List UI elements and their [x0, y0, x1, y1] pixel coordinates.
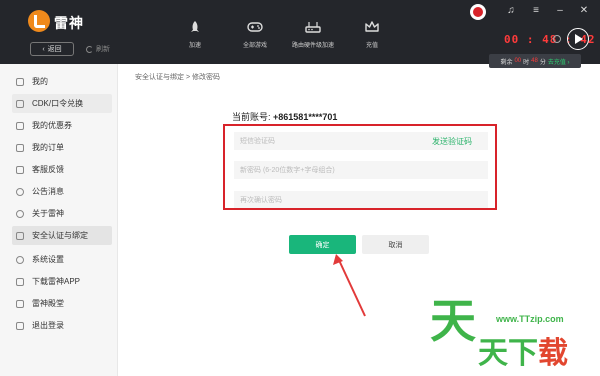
play-button[interactable] — [567, 28, 589, 50]
order-icon — [16, 143, 24, 152]
breadcrumb: 安全认证与绑定 > 修改密码 — [135, 74, 220, 81]
watermark-char: 下 — [508, 337, 538, 370]
crown-icon — [365, 21, 379, 32]
nav-label: 路由硬件级加速 — [291, 43, 334, 49]
nav-label: 加速 — [188, 43, 201, 49]
highlight-box — [223, 124, 497, 210]
sidebar-item-security[interactable]: 安全认证与绑定 — [12, 226, 112, 245]
sidebar-item-notices[interactable]: 公告消息 — [12, 182, 112, 201]
watermark-site: www.TTzip.com — [496, 314, 564, 324]
menu-icon[interactable]: ≡ — [530, 5, 542, 17]
back-button[interactable]: ‹ 返回 — [30, 42, 74, 56]
nav-all-games[interactable]: 全部游戏 — [225, 20, 285, 49]
nav-label: 全部游戏 — [242, 43, 267, 49]
sidebar: 我的 CDK/口令兑换 我的优惠券 我的订单 客服反馈 公告消息 关于雷神 安全… — [0, 64, 118, 376]
feedback-icon — [16, 165, 24, 174]
gear-icon — [16, 255, 24, 264]
sidebar-item-logout[interactable]: 退出登录 — [12, 316, 112, 335]
nav-accelerate[interactable]: 加速 — [165, 20, 225, 49]
sidebar-item-label: 下载雷神APP — [32, 277, 81, 286]
back-label: 返回 — [47, 46, 62, 53]
gamepad-icon — [247, 22, 263, 32]
close-icon[interactable]: ✕ — [578, 5, 590, 17]
sidebar-item-mine[interactable]: 我的 — [12, 72, 112, 91]
sidebar-item-label: 客服反馈 — [32, 165, 64, 174]
sidebar-item-coupons[interactable]: 我的优惠券 — [12, 116, 112, 135]
sidebar-item-label: 系统设置 — [32, 255, 64, 264]
phone-icon — [16, 277, 24, 286]
app-brand: 雷神 — [54, 15, 84, 31]
watermark-big: 天 — [430, 295, 476, 347]
nav-router[interactable]: 路由硬件级加速 — [283, 20, 343, 49]
sidebar-item-feedback[interactable]: 客服反馈 — [12, 160, 112, 179]
chevron-left-icon: ‹ — [42, 45, 45, 53]
remain-minutes-unit: 分 — [539, 59, 546, 66]
sidebar-item-label: 雷神殿堂 — [32, 299, 64, 308]
nav-recharge[interactable]: 充值 — [342, 20, 402, 49]
sidebar-item-download-app[interactable]: 下载雷神APP — [12, 272, 112, 291]
user-icon — [16, 77, 24, 86]
remaining-time-tooltip: 剩余 00 时 48 分 去充值 › — [489, 54, 581, 68]
sidebar-item-label: 我的订单 — [32, 143, 64, 152]
nav-label: 充值 — [365, 43, 378, 49]
minimize-icon[interactable]: – — [554, 5, 566, 17]
remain-hours: 00 — [514, 58, 522, 64]
status-dot-icon — [553, 35, 561, 43]
watermark-char: 载 — [538, 337, 568, 370]
watermark-char: 天 — [478, 337, 508, 370]
sidebar-item-label: 关于雷神 — [32, 209, 64, 218]
remain-hours-unit: 时 — [523, 59, 530, 66]
sidebar-item-label: 我的 — [32, 77, 48, 86]
user-avatar[interactable] — [470, 4, 486, 20]
annotation-arrow-icon — [333, 254, 366, 317]
sidebar-item-settings[interactable]: 系统设置 — [12, 250, 112, 269]
sidebar-item-label: 安全认证与绑定 — [32, 231, 88, 240]
info-icon — [16, 209, 24, 218]
watermark-row: 天 下 载 — [478, 338, 568, 370]
refresh-icon — [86, 45, 93, 53]
sidebar-item-label: 退出登录 — [32, 321, 64, 330]
hall-icon — [16, 299, 24, 308]
cdk-icon — [16, 99, 24, 108]
cancel-button[interactable]: 取消 — [362, 235, 429, 254]
refresh-label: 刷新 — [96, 46, 110, 53]
account-label: 当前账号: — [232, 112, 271, 122]
app-logo — [28, 10, 50, 32]
sidebar-item-label: 我的优惠券 — [32, 121, 72, 130]
logout-icon — [16, 321, 24, 330]
sidebar-item-label: CDK/口令兑换 — [32, 99, 84, 108]
refresh-button[interactable]: 刷新 — [86, 42, 110, 56]
current-account: 当前账号: +861581****701 — [232, 110, 337, 123]
sidebar-item-orders[interactable]: 我的订单 — [12, 138, 112, 157]
router-icon — [305, 22, 321, 33]
remain-minutes: 48 — [531, 58, 538, 64]
rocket-icon — [191, 21, 199, 32]
notice-icon — [16, 187, 24, 196]
shield-icon — [16, 231, 24, 240]
sidebar-item-label: 公告消息 — [32, 187, 64, 196]
account-value: +861581****701 — [273, 112, 338, 122]
headset-icon[interactable]: ♫ — [505, 5, 517, 17]
remain-prefix: 剩余 — [500, 59, 513, 66]
sidebar-item-hall[interactable]: 雷神殿堂 — [12, 294, 112, 313]
recharge-link[interactable]: 去充值 › — [548, 57, 570, 66]
coupon-icon — [16, 121, 24, 130]
sidebar-item-about[interactable]: 关于雷神 — [12, 204, 112, 223]
sidebar-item-cdk[interactable]: CDK/口令兑换 — [12, 94, 112, 113]
